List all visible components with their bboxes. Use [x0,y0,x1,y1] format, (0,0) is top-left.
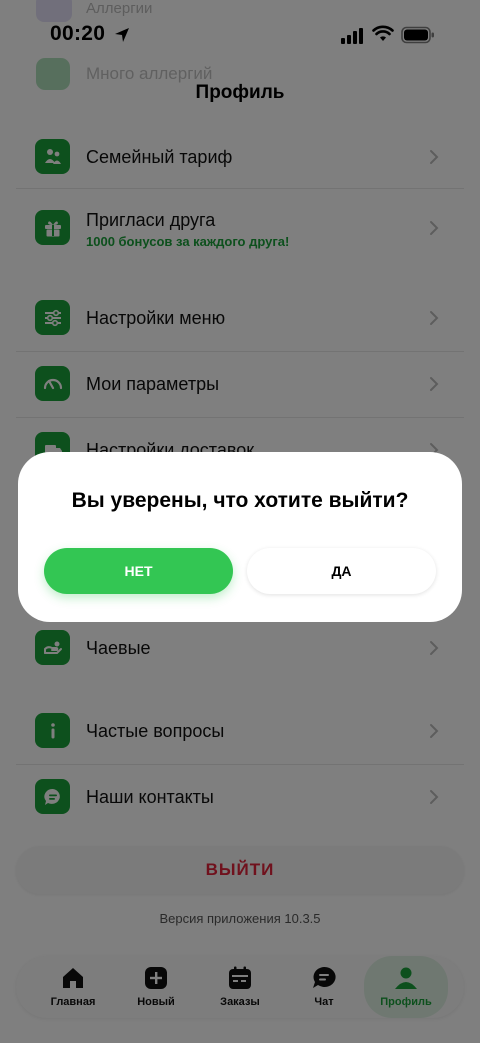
logout-confirm-dialog: Вы уверены, что хотите выйти? НЕТ ДА [18,452,462,622]
yes-button[interactable]: ДА [247,548,436,594]
dialog-title: Вы уверены, что хотите выйти? [71,489,409,512]
no-button[interactable]: НЕТ [44,548,233,594]
